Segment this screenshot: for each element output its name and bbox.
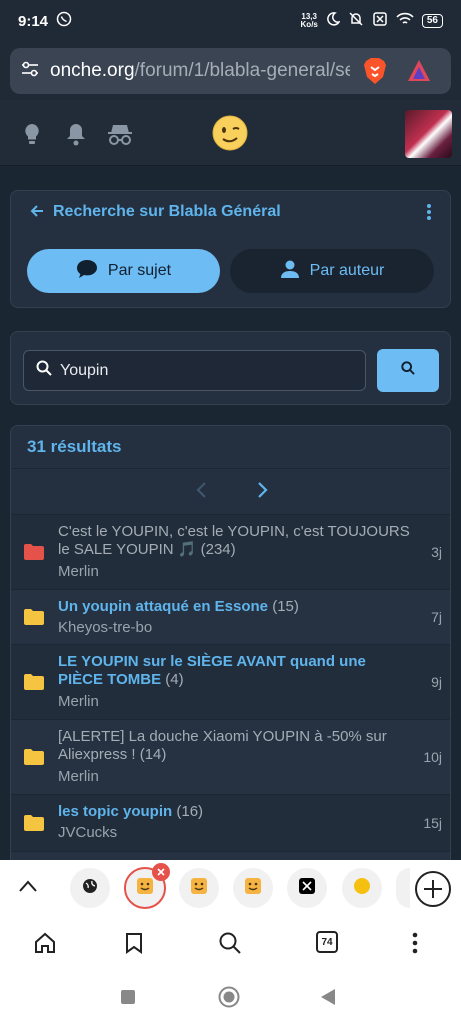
back-icon[interactable] (320, 988, 336, 1011)
search-icon[interactable] (218, 931, 242, 960)
topic-age: 3j (431, 544, 442, 560)
by-author-label: Par auteur (309, 262, 385, 279)
browser-toolbar: onche.org/forum/1/blabla-general/search (0, 42, 461, 100)
topic-author[interactable]: Merlin (58, 563, 99, 580)
tab-onche-active[interactable] (124, 863, 170, 909)
topic-author[interactable]: Kheyos-tre-bo (58, 619, 152, 636)
results-count: 31 résultats (27, 437, 122, 456)
tab-onche-3[interactable] (233, 868, 273, 908)
x-logo-icon (298, 877, 316, 900)
globe-icon (82, 878, 98, 899)
folder-icon (23, 608, 45, 631)
tab-globe[interactable] (70, 868, 110, 908)
by-subject-label: Par sujet (107, 262, 172, 279)
topic-row[interactable]: C'est le YOUPIN, c'est le YOUPIN, c'est … (11, 514, 450, 589)
topic-title[interactable]: C'est le YOUPIN, c'est le YOUPIN, c'est … (58, 523, 413, 559)
user-avatar[interactable] (405, 110, 452, 158)
tab-strip (0, 860, 461, 918)
tab-counter[interactable]: 74 (316, 931, 338, 953)
system-navigation-bar (0, 970, 461, 1024)
topic-author[interactable]: Merlin (58, 768, 99, 785)
lightbulb-icon[interactable] (22, 122, 42, 151)
search-header-card: Recherche sur Blabla Général Par sujet P… (10, 190, 451, 308)
by-subject-button[interactable]: Par sujet (27, 249, 220, 293)
topic-age: 15j (423, 815, 442, 831)
no-sim-icon (372, 11, 388, 31)
folder-icon (23, 543, 45, 566)
whatsapp-icon (56, 11, 72, 31)
bell-icon[interactable] (65, 122, 87, 151)
tab-onche-2[interactable] (179, 868, 219, 908)
topic-title[interactable]: les topic youpin (16) (58, 803, 413, 821)
url-text[interactable]: onche.org/forum/1/blabla-general/search (50, 60, 350, 82)
tab-x[interactable] (287, 868, 327, 908)
search-icon (36, 360, 52, 381)
topic-author[interactable]: Merlin (58, 693, 99, 710)
search-title: Recherche sur Blabla Général (53, 203, 281, 220)
brave-shields-icon[interactable] (362, 57, 388, 85)
tab-partial[interactable] (396, 868, 410, 908)
topic-row[interactable]: Un youpin attaqué en Essone (15) Kheyos-… (11, 589, 450, 644)
brave-rewards-icon[interactable] (406, 58, 432, 84)
more-options-icon[interactable] (426, 203, 432, 226)
smiley-icon (190, 877, 208, 900)
smiley-icon (244, 877, 262, 900)
topic-age: 10j (423, 749, 442, 765)
search-form-card: Youpin (10, 331, 451, 405)
topic-row[interactable]: les topic youpin (16) JVCucks 15j (11, 794, 450, 851)
chevron-up-icon[interactable] (18, 879, 38, 898)
onche-logo-icon[interactable] (211, 114, 249, 157)
address-bar[interactable]: onche.org/forum/1/blabla-general/search (10, 48, 451, 94)
recents-icon[interactable] (120, 989, 136, 1010)
topic-title[interactable]: [ALERTE] La douche Xiaomi YOUPIN à -50% … (58, 728, 413, 764)
yellow-circle-icon (353, 877, 371, 900)
site-settings-icon[interactable] (20, 60, 40, 83)
tab-yellow[interactable] (342, 868, 382, 908)
incognito-icon[interactable] (107, 122, 133, 151)
by-author-button[interactable]: Par auteur (230, 249, 434, 293)
search-submit-button[interactable] (377, 349, 439, 392)
status-bar: 9:14 13,3 Ko/s 56 (0, 0, 461, 42)
person-icon (280, 259, 300, 284)
pagination (11, 468, 450, 514)
folder-icon (23, 748, 45, 771)
search-input-value: Youpin (60, 361, 109, 379)
home-button-icon[interactable] (218, 986, 240, 1013)
search-input[interactable]: Youpin (23, 350, 366, 391)
topic-title[interactable]: Un youpin attaqué en Essone (15) (58, 598, 413, 616)
folder-icon (23, 673, 45, 696)
browser-bottom-nav: 74 (0, 918, 461, 970)
close-tab-icon[interactable] (152, 863, 170, 881)
new-tab-icon[interactable] (414, 870, 452, 913)
previous-page-icon[interactable] (195, 479, 207, 505)
menu-icon[interactable] (412, 932, 418, 959)
mute-icon (348, 11, 364, 31)
topic-row[interactable]: LE YOUPIN sur le SIÈGE AVANT quand une P… (11, 644, 450, 719)
topic-title[interactable]: LE YOUPIN sur le SIÈGE AVANT quand une P… (58, 653, 413, 689)
folder-icon (23, 814, 45, 837)
topic-row[interactable]: [ALERTE] La douche Xiaomi YOUPIN à -50% … (11, 719, 450, 794)
network-speed: 13,3 Ko/s (300, 12, 318, 29)
status-time: 9:14 (18, 12, 49, 30)
battery-indicator: 56 (421, 14, 443, 28)
results-card: 31 résultats C'est le YOUPIN, c'est le Y… (10, 425, 451, 885)
back-arrow-icon[interactable] (29, 203, 45, 224)
moon-icon (326, 12, 341, 30)
topic-author[interactable]: JVCucks (58, 824, 117, 841)
wifi-icon (396, 12, 414, 30)
search-icon (401, 361, 415, 380)
topic-age: 7j (431, 609, 442, 625)
next-page-icon[interactable] (257, 479, 269, 505)
home-icon[interactable] (34, 932, 56, 959)
bookmark-icon[interactable] (125, 932, 143, 959)
smiley-icon (136, 877, 154, 900)
topic-age: 9j (431, 674, 442, 690)
chat-bubble-icon (76, 259, 98, 284)
